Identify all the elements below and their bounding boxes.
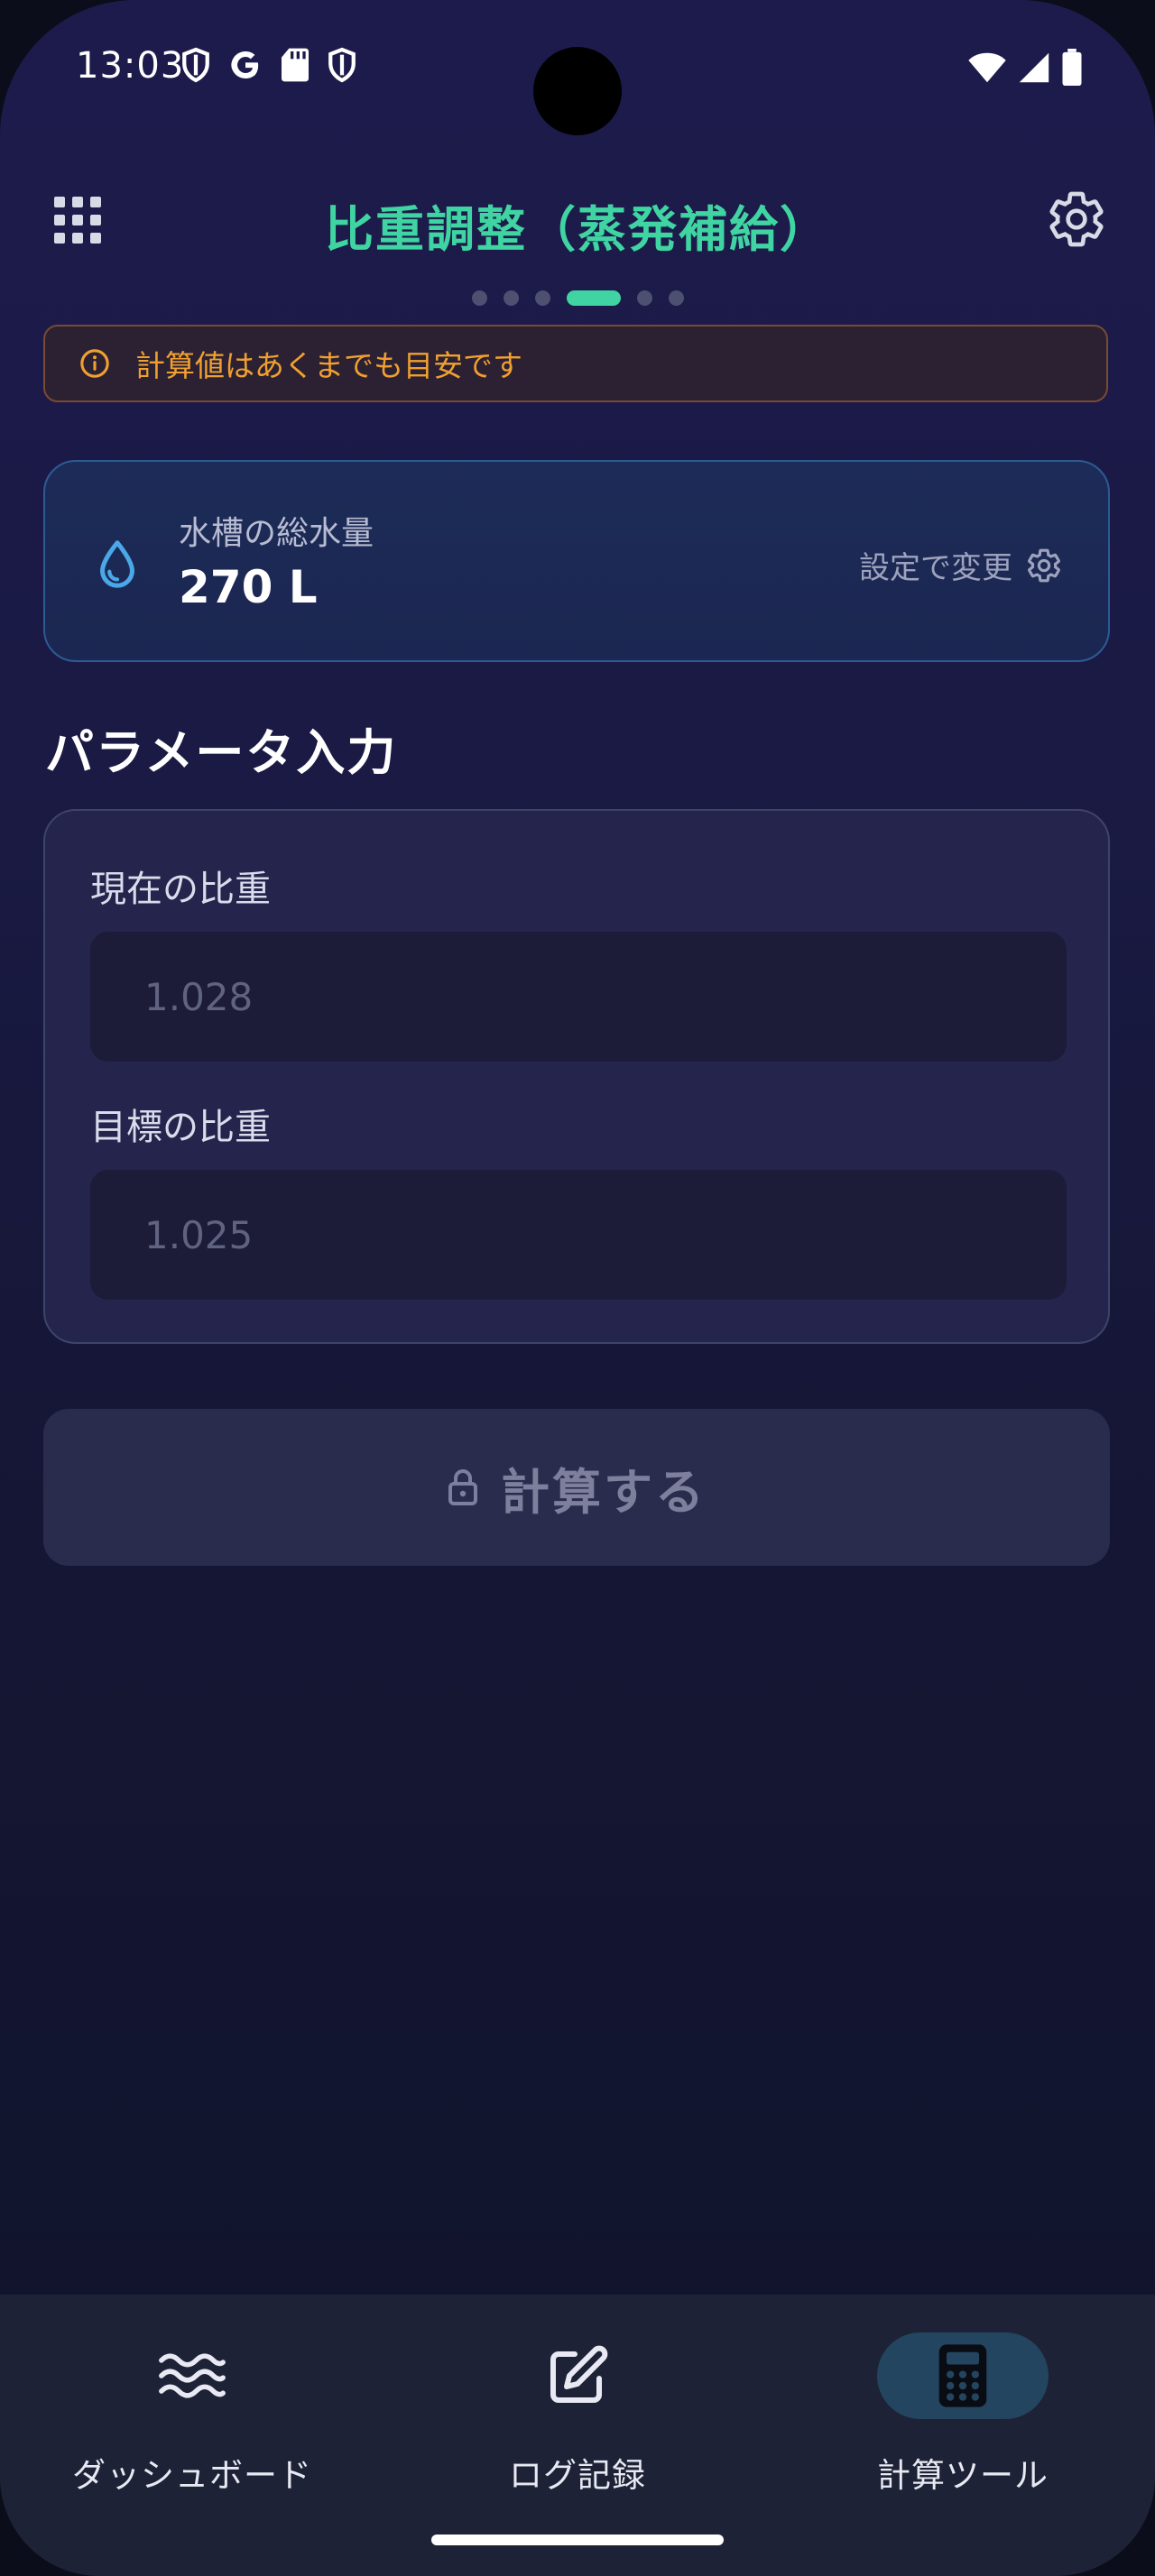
nav-item-dashboard[interactable]: ダッシュボード — [0, 2295, 384, 2547]
gear-icon — [1049, 191, 1104, 247]
nav-label-calculator: 計算ツール — [877, 2456, 1049, 2495]
wifi-icon — [967, 51, 1007, 87]
status-time: 13:03 — [76, 45, 185, 87]
page-dot[interactable] — [534, 290, 550, 306]
shield-icon — [180, 47, 211, 87]
signal-icon — [1018, 51, 1050, 87]
page-dot[interactable] — [471, 290, 487, 306]
google-icon — [227, 47, 263, 87]
target-gravity-label: 目標の比重 — [90, 1107, 271, 1148]
section-title: パラメータ入力 — [45, 724, 398, 781]
nav-icon-container — [106, 2332, 278, 2419]
page-dot-active[interactable] — [566, 290, 621, 306]
nav-icon-container-active — [877, 2332, 1049, 2419]
water-drop-icon — [100, 540, 134, 588]
page-dot[interactable] — [636, 290, 652, 306]
phone-screen: 13:03 比重調整（蒸発補給） 計算値はあくまでも目安です 水槽の総水量 27… — [0, 0, 1155, 2576]
target-gravity-input[interactable] — [90, 1170, 1067, 1300]
battery-icon — [1061, 49, 1083, 90]
estimate-warning-banner: 計算値はあくまでも目安です — [43, 325, 1108, 402]
nav-label-log: ログ記録 — [509, 2456, 646, 2495]
nav-item-log[interactable]: ログ記録 — [385, 2295, 770, 2547]
nav-label-dashboard: ダッシュボード — [72, 2456, 312, 2495]
settings-button[interactable] — [1045, 188, 1108, 251]
nav-icon-container — [492, 2332, 663, 2419]
waves-icon — [159, 2353, 226, 2398]
change-in-settings-label: 設定で変更 — [859, 550, 1012, 586]
calculate-button[interactable]: 計算する — [43, 1409, 1110, 1566]
calculate-button-label: 計算する — [501, 1463, 707, 1521]
page-indicator — [0, 290, 1155, 306]
current-gravity-input[interactable] — [90, 932, 1067, 1062]
home-indicator[interactable] — [431, 2535, 724, 2545]
nav-item-calculator[interactable]: 計算ツール — [771, 2295, 1155, 2547]
shield-icon — [327, 47, 357, 87]
status-bar: 13:03 — [0, 0, 1155, 144]
gear-icon — [1028, 548, 1060, 582]
calculator-icon — [938, 2344, 987, 2407]
sd-card-icon — [280, 47, 310, 87]
system-icons — [967, 49, 1083, 90]
tank-volume-value: 270 L — [179, 561, 318, 613]
info-icon — [80, 349, 109, 378]
parameter-input-card: 現在の比重 目標の比重 — [43, 809, 1110, 1344]
tank-volume-label: 水槽の総水量 — [179, 515, 374, 552]
app-header: 比重調整（蒸発補給） — [0, 171, 1155, 271]
edit-icon — [550, 2345, 608, 2403]
warning-text: 計算値はあくまでも目安です — [135, 348, 522, 383]
current-gravity-label: 現在の比重 — [90, 869, 271, 910]
page-title: 比重調整（蒸発補給） — [325, 201, 830, 258]
notification-icons — [180, 47, 357, 87]
lock-icon — [448, 1469, 477, 1505]
change-in-settings-link[interactable]: 設定で変更 — [859, 543, 1063, 587]
page-dot[interactable] — [503, 290, 519, 306]
page-dot[interactable] — [668, 290, 684, 306]
tank-volume-card: 水槽の総水量 270 L 設定で変更 — [43, 460, 1110, 662]
camera-cutout — [533, 47, 622, 135]
